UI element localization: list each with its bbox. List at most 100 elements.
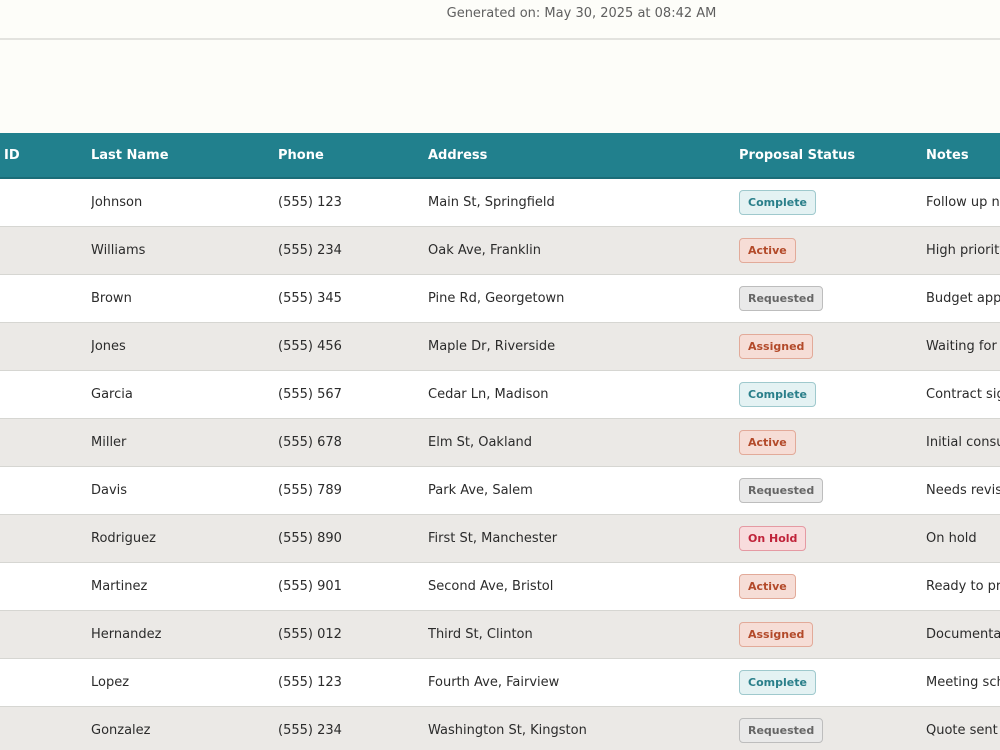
cell-last-name: Rodriguez <box>91 514 278 563</box>
status-badge: Complete <box>739 382 816 407</box>
cell-last-name: Miller <box>91 418 278 467</box>
status-badge: Requested <box>739 718 824 743</box>
status-badge: Active <box>739 574 796 599</box>
cell-id <box>0 562 91 611</box>
table-row[interactable]: Gonzalez (555) 234 Washington St, Kingston… <box>0 706 1000 750</box>
status-badge: Active <box>739 238 796 263</box>
cell-last-name: Brown <box>91 274 278 323</box>
column-header-proposal-status[interactable]: Proposal Status <box>739 133 926 179</box>
table-header: ID Last Name Phone Address Proposal Stat… <box>0 133 1000 179</box>
cell-phone: (555) 901 <box>278 562 428 611</box>
cell-id <box>0 370 91 419</box>
cell-notes: Needs revision <box>926 466 1000 515</box>
cell-last-name: Gonzalez <box>91 706 278 750</box>
table-row[interactable]: Brown (555) 345 Pine Rd, Georgetown Request… <box>0 274 1000 323</box>
cell-last-name: Garcia <box>91 370 278 419</box>
cell-last-name: Martinez <box>91 562 278 611</box>
cell-proposal-status: Complete <box>739 370 926 419</box>
cell-phone: (555) 123 <box>278 178 428 227</box>
cell-phone: (555) 789 <box>278 466 428 515</box>
cell-phone: (555) 234 <box>278 226 428 275</box>
cell-id <box>0 610 91 659</box>
cell-proposal-status: Assigned <box>739 610 926 659</box>
status-badge: Requested <box>739 286 824 311</box>
cell-id <box>0 514 91 563</box>
column-header-phone[interactable]: Phone <box>278 133 428 179</box>
report-header: Generated on: May 30, 2025 at 08:42 AM <box>0 0 1000 40</box>
column-header-address[interactable]: Address <box>428 133 739 179</box>
status-badge: Assigned <box>739 622 814 647</box>
cell-notes: Meeting sched <box>926 658 1000 707</box>
cell-address: Third St, Clinton <box>428 610 739 659</box>
table-row[interactable]: Williams (555) 234 Oak Ave, Franklin Active… <box>0 226 1000 275</box>
cell-id <box>0 418 91 467</box>
cell-proposal-status: Requested <box>739 274 926 323</box>
cell-notes: Ready to proc <box>926 562 1000 611</box>
table-row[interactable]: Martinez (555) 901 Second Ave, Bristol Acti… <box>0 562 1000 611</box>
cell-last-name: Williams <box>91 226 278 275</box>
status-badge: On Hold <box>739 526 807 551</box>
cell-id <box>0 178 91 227</box>
cell-notes: Documentatio <box>926 610 1000 659</box>
table-row[interactable]: Rodriguez (555) 890 First St, Manchester On… <box>0 514 1000 563</box>
cell-proposal-status: Requested <box>739 466 926 515</box>
cell-id <box>0 706 91 750</box>
cell-address: Oak Ave, Franklin <box>428 226 739 275</box>
cell-phone: (555) 678 <box>278 418 428 467</box>
cell-address: Fourth Ave, Fairview <box>428 658 739 707</box>
cell-proposal-status: Active <box>739 418 926 467</box>
cell-proposal-status: Active <box>739 226 926 275</box>
column-header-notes[interactable]: Notes <box>926 133 1000 179</box>
cell-notes: Waiting for ap <box>926 322 1000 371</box>
cell-id <box>0 322 91 371</box>
cell-phone: (555) 234 <box>278 706 428 750</box>
cell-address: Main St, Springfield <box>428 178 739 227</box>
cell-proposal-status: Requested <box>739 706 926 750</box>
cell-phone: (555) 456 <box>278 322 428 371</box>
table-row[interactable]: Jones (555) 456 Maple Dr, Riverside Assigne… <box>0 322 1000 371</box>
cell-phone: (555) 567 <box>278 370 428 419</box>
table-body: Johnson (555) 123 Main St, Springfield Comp… <box>0 178 1000 750</box>
cell-last-name: Jones <box>91 322 278 371</box>
cell-phone: (555) 890 <box>278 514 428 563</box>
table-row[interactable]: Miller (555) 678 Elm St, Oakland Active Init… <box>0 418 1000 467</box>
cell-notes: Budget appro <box>926 274 1000 323</box>
cell-proposal-status: Active <box>739 562 926 611</box>
cell-phone: (555) 345 <box>278 274 428 323</box>
table-row[interactable]: Johnson (555) 123 Main St, Springfield Comp… <box>0 178 1000 227</box>
column-header-last-name[interactable]: Last Name <box>91 133 278 179</box>
table-row[interactable]: Davis (555) 789 Park Ave, Salem Requested Ne… <box>0 466 1000 515</box>
cell-notes: On hold <box>926 514 1000 563</box>
cell-notes: Follow up nee <box>926 178 1000 227</box>
cell-last-name: Lopez <box>91 658 278 707</box>
status-badge: Complete <box>739 670 816 695</box>
proposals-table: ID Last Name Phone Address Proposal Stat… <box>0 133 1000 750</box>
cell-address: Second Ave, Bristol <box>428 562 739 611</box>
table-row[interactable]: Lopez (555) 123 Fourth Ave, Fairview Comple… <box>0 658 1000 707</box>
cell-phone: (555) 123 <box>278 658 428 707</box>
cell-notes: High priority c <box>926 226 1000 275</box>
cell-id <box>0 466 91 515</box>
cell-address: Cedar Ln, Madison <box>428 370 739 419</box>
cell-id <box>0 274 91 323</box>
cell-proposal-status: On Hold <box>739 514 926 563</box>
generated-timestamp: Generated on: May 30, 2025 at 08:42 AM <box>446 6 717 21</box>
cell-address: First St, Manchester <box>428 514 739 563</box>
status-badge: Assigned <box>739 334 814 359</box>
cell-address: Maple Dr, Riverside <box>428 322 739 371</box>
table-row[interactable]: Hernandez (555) 012 Third St, Clinton Assig… <box>0 610 1000 659</box>
table-row[interactable]: Garcia (555) 567 Cedar Ln, Madison Complete… <box>0 370 1000 419</box>
cell-notes: Quote sent <box>926 706 1000 750</box>
cell-notes: Contract signe <box>926 370 1000 419</box>
cell-id <box>0 226 91 275</box>
cell-id <box>0 658 91 707</box>
cell-proposal-status: Complete <box>739 178 926 227</box>
cell-phone: (555) 012 <box>278 610 428 659</box>
column-header-id[interactable]: ID <box>0 133 91 179</box>
proposals-table-container: ID Last Name Phone Address Proposal Stat… <box>0 133 1000 750</box>
status-badge: Requested <box>739 478 824 503</box>
cell-address: Pine Rd, Georgetown <box>428 274 739 323</box>
cell-last-name: Davis <box>91 466 278 515</box>
cell-last-name: Johnson <box>91 178 278 227</box>
cell-proposal-status: Complete <box>739 658 926 707</box>
